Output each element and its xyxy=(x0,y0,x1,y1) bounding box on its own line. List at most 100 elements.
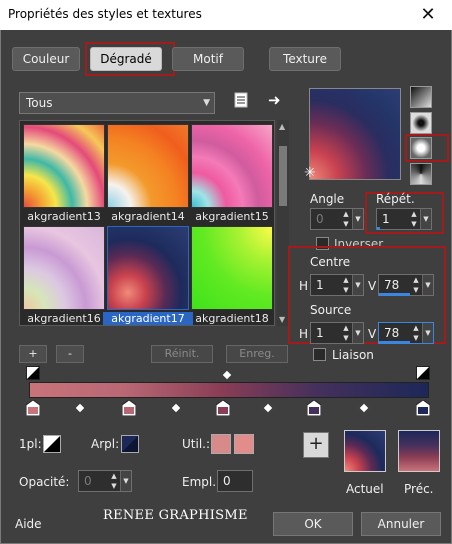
gradient-thumbnail xyxy=(191,226,273,310)
tab-motif[interactable]: Motif xyxy=(172,47,244,71)
source-h-spinner[interactable]: 1 ▲ ▼ ▼ xyxy=(310,322,364,344)
current-gradient-preview[interactable] xyxy=(344,430,386,472)
gradient-item-selected[interactable]: akgradient17 xyxy=(103,226,193,325)
spin-arrows-icon[interactable]: ▲ ▼ xyxy=(409,209,419,229)
gradient-item[interactable]: akgradient14 xyxy=(107,124,189,223)
gradient-bar[interactable] xyxy=(29,382,429,398)
chevron-down-icon[interactable]: ▼ xyxy=(352,323,363,343)
background-swatch[interactable] xyxy=(121,435,139,453)
category-dropdown[interactable]: Tous ▼ xyxy=(19,92,215,114)
gradient-name: akgradient14 xyxy=(111,210,185,223)
angle-spinner[interactable]: 0 ▲ ▼ ▼ xyxy=(310,208,364,230)
gradient-name: akgradient13 xyxy=(27,210,101,223)
gradient-item[interactable]: akgradient18 xyxy=(191,226,273,325)
scroll-up-icon[interactable]: ▲ xyxy=(279,122,285,131)
gradient-thumbnail xyxy=(23,124,105,208)
repeat-spinner[interactable]: 1 ▲ ▼ ▼ xyxy=(376,208,432,230)
scrollbar-thumb[interactable] xyxy=(279,146,287,206)
user-color-swatch-2[interactable] xyxy=(234,434,254,454)
gradient-thumbnail xyxy=(191,124,273,208)
gradient-name: akgradient17 xyxy=(103,312,193,325)
foreground-swatch[interactable] xyxy=(43,435,61,453)
chevron-down-icon[interactable]: ▼ xyxy=(420,209,431,229)
linear-gradient-type-button[interactable] xyxy=(410,86,432,108)
color-stop[interactable] xyxy=(306,399,322,417)
color-stop[interactable] xyxy=(121,399,137,417)
angle-label: Angle xyxy=(310,192,345,206)
opacity-spinner[interactable]: 0 ▲ ▼ ▼ xyxy=(78,470,132,492)
location-input[interactable]: 0 xyxy=(217,470,253,492)
color-stop[interactable] xyxy=(25,399,41,417)
add-swatch-button[interactable]: + xyxy=(303,432,329,458)
tab-texture[interactable]: Texture xyxy=(269,47,341,71)
gradient-item[interactable]: akgradient13 xyxy=(23,124,105,223)
source-v-level-bar xyxy=(379,341,410,344)
gradient-name: akgradient16 xyxy=(27,312,101,325)
previous-gradient-preview[interactable] xyxy=(398,430,440,472)
tab-couleur[interactable]: Couleur xyxy=(12,47,80,71)
highlight-tab-degrade xyxy=(85,42,175,76)
arrow-right-icon[interactable]: ➜ xyxy=(268,91,284,109)
ok-button[interactable]: OK xyxy=(273,512,353,536)
source-v-label: V xyxy=(368,327,377,341)
spin-arrows-icon[interactable]: ▲ ▼ xyxy=(411,323,421,343)
reset-button[interactable]: Réinit. xyxy=(151,345,213,363)
save-gradient-button[interactable]: Enreg. xyxy=(226,345,288,363)
gradient-item[interactable]: akgradient16 xyxy=(23,226,105,325)
source-label: Source xyxy=(310,303,352,317)
chevron-down-icon[interactable]: ▼ xyxy=(120,471,131,491)
color-midpoint[interactable] xyxy=(75,403,85,413)
user-label: Util.: xyxy=(182,437,211,451)
foreground-label: 1pl: xyxy=(19,437,42,451)
spin-arrows-icon[interactable]: ▲ ▼ xyxy=(109,471,119,491)
remove-stop-button[interactable]: - xyxy=(56,345,84,363)
scroll-down-icon[interactable]: ▼ xyxy=(279,315,285,324)
opacity-label: Opacité: xyxy=(19,475,70,489)
opacity-midpoint[interactable] xyxy=(222,370,232,380)
source-h-value: 1 xyxy=(316,326,324,340)
close-icon[interactable]: ✕ xyxy=(414,2,442,28)
chevron-down-icon[interactable]: ▼ xyxy=(422,275,433,295)
centre-h-spinner[interactable]: 1 ▲ ▼ ▼ xyxy=(310,274,364,296)
centre-v-level-bar xyxy=(379,293,410,296)
link-label: Liaison xyxy=(332,348,374,362)
center-crosshair-icon[interactable]: ✳ xyxy=(304,165,316,181)
current-preview-label: Actuel xyxy=(346,482,384,496)
previous-preview-label: Préc. xyxy=(404,482,434,496)
centre-h-value: 1 xyxy=(316,278,324,292)
rectangular-gradient-type-button[interactable] xyxy=(410,112,432,134)
category-dropdown-value: Tous xyxy=(26,96,53,110)
color-midpoint[interactable] xyxy=(171,403,181,413)
gradient-preview[interactable]: ✳ xyxy=(304,88,401,181)
gradient-item[interactable]: akgradient15 xyxy=(191,124,273,223)
chevron-down-icon[interactable]: ▼ xyxy=(352,275,363,295)
spin-arrows-icon[interactable]: ▲ ▼ xyxy=(411,275,421,295)
window-titlebar: Propriétés des styles et textures ✕ xyxy=(0,0,452,30)
color-midpoint[interactable] xyxy=(359,403,369,413)
user-color-swatch-1[interactable] xyxy=(211,434,231,454)
opacity-stop-left[interactable] xyxy=(26,366,40,380)
dialog-body: Couleur Dégradé Motif Texture Tous ▼ ➜ a… xyxy=(0,30,452,544)
library-icon[interactable] xyxy=(233,92,249,108)
highlight-radial-type xyxy=(405,134,449,162)
gradient-thumbnail xyxy=(23,226,105,310)
color-stop[interactable] xyxy=(415,399,431,417)
chevron-down-icon[interactable]: ▼ xyxy=(352,209,363,229)
chevron-down-icon[interactable]: ▼ xyxy=(422,323,433,343)
spin-arrows-icon[interactable]: ▲ ▼ xyxy=(341,209,351,229)
brand-watermark: RENEE GRAPHISME xyxy=(103,508,248,523)
chevron-down-icon: ▼ xyxy=(203,98,210,108)
help-link[interactable]: Aide xyxy=(15,517,42,531)
window-title: Propriétés des styles et textures xyxy=(8,7,202,21)
color-midpoint[interactable] xyxy=(263,403,273,413)
opacity-stop-right[interactable] xyxy=(416,366,430,380)
cancel-button[interactable]: Annuler xyxy=(361,512,441,536)
source-v-value: 78 xyxy=(384,326,400,340)
add-stop-button[interactable]: + xyxy=(19,345,47,363)
color-stop[interactable] xyxy=(215,399,231,417)
spin-arrows-icon[interactable]: ▲ ▼ xyxy=(341,323,351,343)
sunburst-gradient-type-button[interactable] xyxy=(410,163,432,185)
link-checkbox[interactable] xyxy=(313,348,326,361)
angle-value: 0 xyxy=(316,212,324,226)
spin-arrows-icon[interactable]: ▲ ▼ xyxy=(341,275,351,295)
